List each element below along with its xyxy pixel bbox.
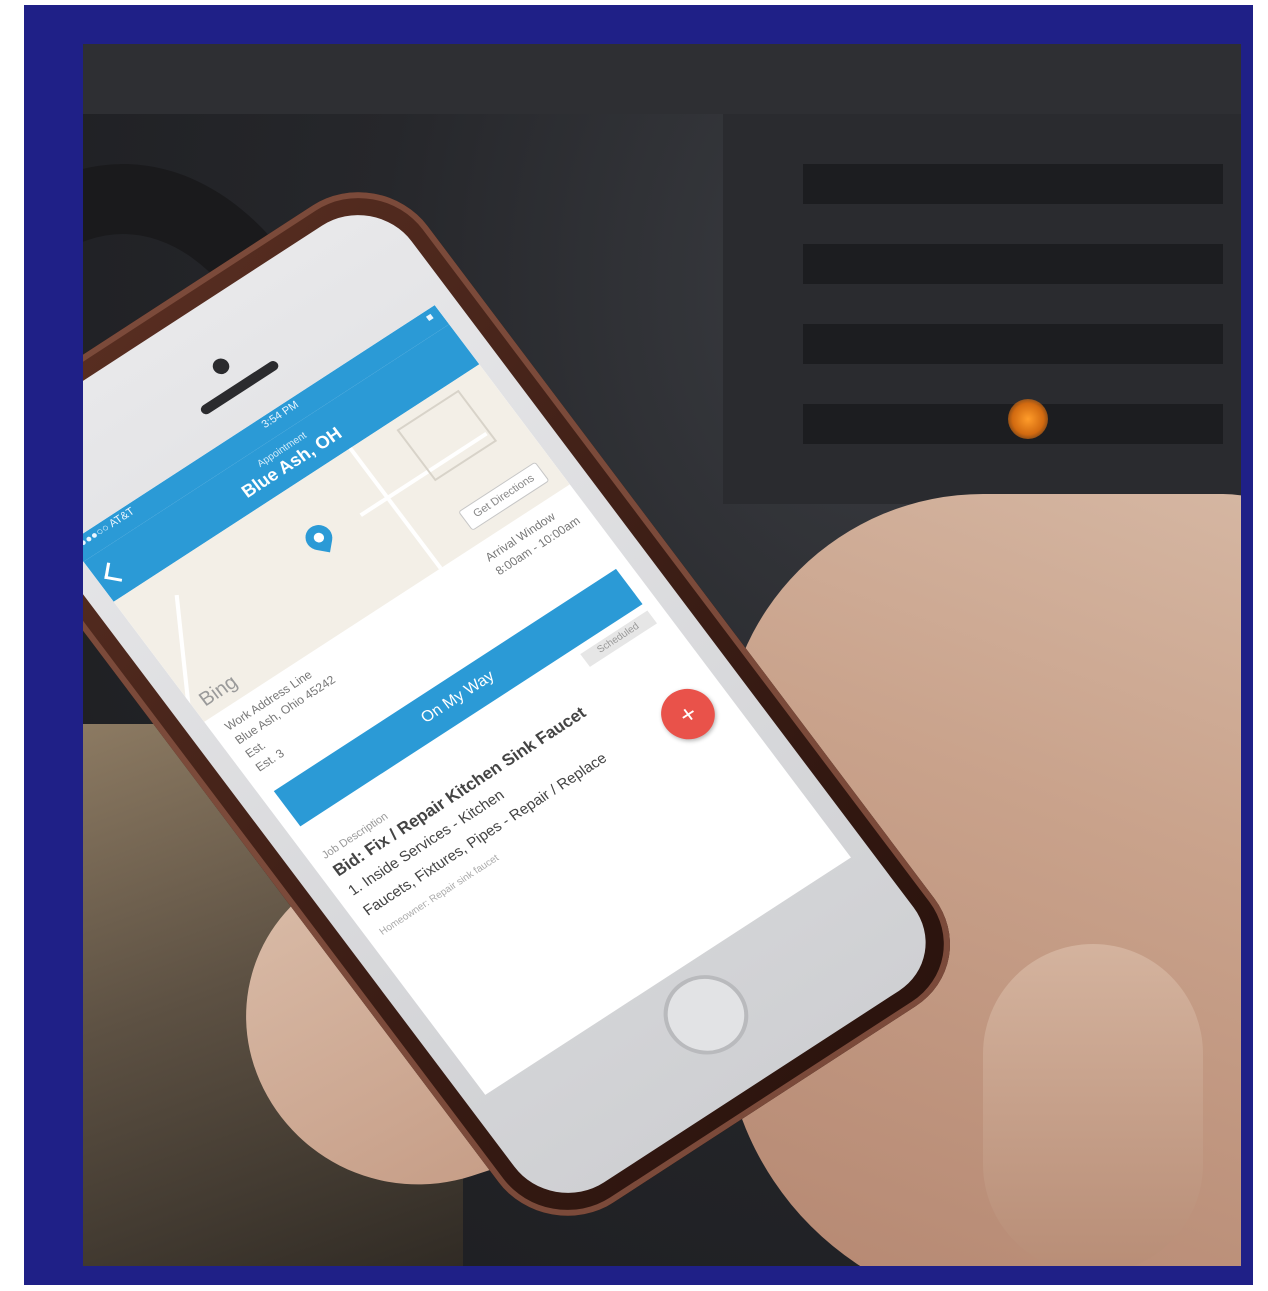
location-pin-icon [303,522,335,553]
back-icon[interactable] [104,562,125,582]
battery-icon: ■ [423,311,437,325]
finger [983,944,1203,1266]
photo: ●●●○○ AT&T 3:54 PM ■ Appointment Blue As… [83,44,1241,1266]
front-camera [209,355,233,378]
earpiece [198,359,281,417]
dashboard-light [1008,399,1048,439]
image-frame: ●●●○○ AT&T 3:54 PM ■ Appointment Blue As… [24,5,1253,1285]
